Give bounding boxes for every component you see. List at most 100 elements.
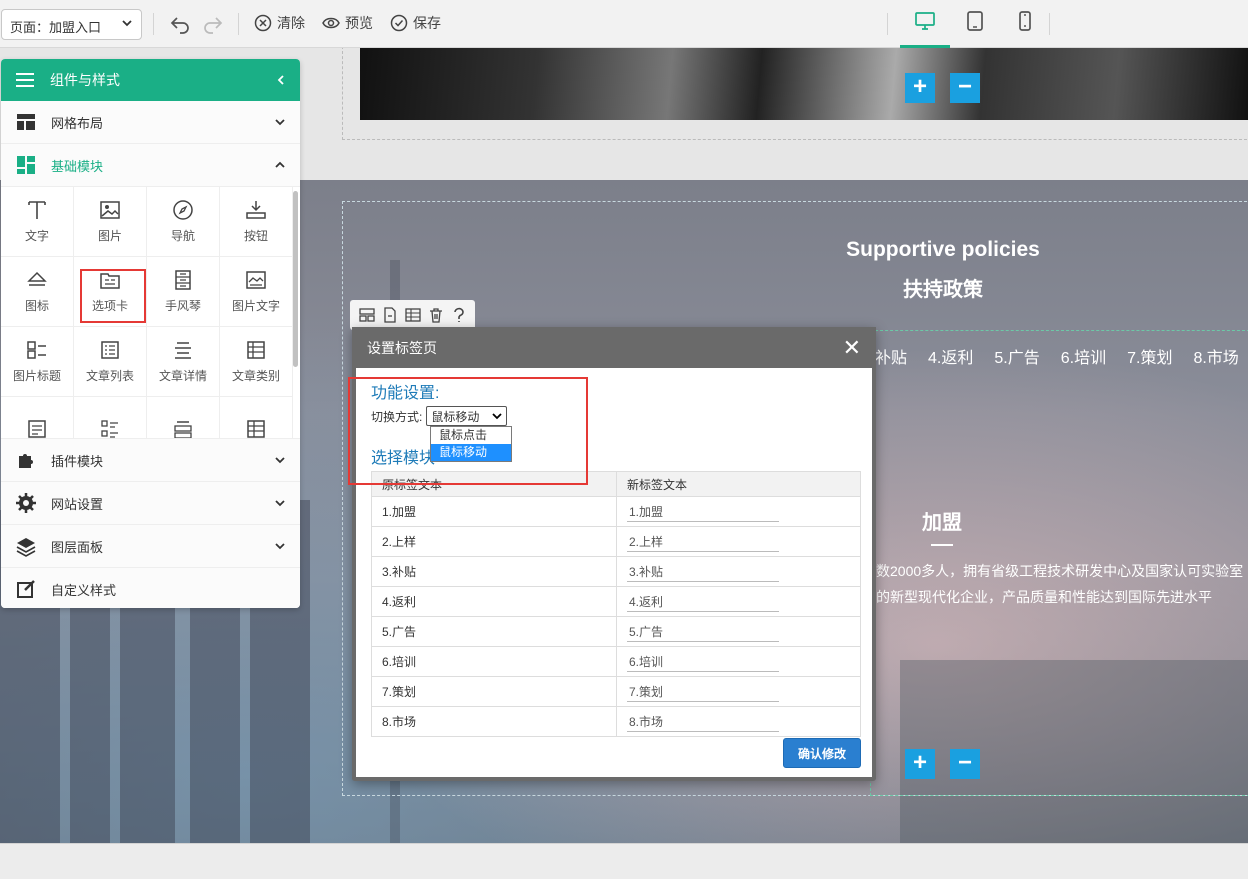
column-header: 新标签文本 [616, 471, 861, 497]
new-label-input[interactable]: 5.广告 [627, 622, 779, 642]
tab-label-table: 原标签文本 新标签文本 1.加盟 1.加盟 2.上样 2.上样 3.补贴 3.补… [371, 471, 861, 737]
page-tab[interactable]: 8.市场 [1193, 344, 1238, 368]
accordion-icon [175, 270, 191, 290]
menu-icon[interactable] [15, 72, 35, 88]
help-icon[interactable] [451, 307, 467, 323]
new-label-input[interactable]: 3.补贴 [627, 562, 779, 582]
chevron-down-icon [275, 457, 285, 464]
add-row-button[interactable]: + [905, 73, 935, 103]
desktop-view-button[interactable] [900, 10, 950, 48]
tab-settings-dialog: 设置标签页 ✕ 功能设置: 切换方式: 鼠标移动 鼠标点击 鼠标移动 选择模块 … [348, 327, 876, 781]
section-basic-modules[interactable]: 基础模块 [1, 144, 300, 187]
gear-icon [16, 493, 36, 513]
new-label-input[interactable]: 4.返利 [627, 592, 779, 612]
trash-icon[interactable] [428, 307, 444, 323]
module-list[interactable] [74, 397, 147, 438]
close-icon[interactable]: ✕ [843, 335, 861, 361]
new-label-input[interactable]: 1.加盟 [627, 502, 779, 522]
dropdown-option-selected[interactable]: 鼠标移动 [431, 444, 511, 461]
edit-icon [17, 580, 35, 598]
section-grid-layout[interactable]: 网格布局 [1, 101, 300, 144]
module-label: 图片标题 [12, 369, 61, 383]
table-row: 1.加盟 1.加盟 [371, 496, 861, 527]
module-article-list[interactable]: 文章列表 [74, 327, 147, 397]
section-custom-style[interactable]: 自定义样式 [1, 568, 300, 608]
section-label: 网站设置 [51, 496, 104, 512]
clear-button[interactable]: 清除 [254, 13, 305, 33]
module-navigation[interactable]: 导航 [147, 187, 220, 257]
tablet-view-button[interactable] [950, 10, 1000, 48]
join-text-line: 的新型现代化企业，产品质量和性能达到国际先进水平 [876, 589, 1212, 605]
new-label-input[interactable]: 8.市场 [627, 712, 779, 732]
add-row-button[interactable]: + [905, 749, 935, 779]
new-label-input[interactable]: 6.培训 [627, 652, 779, 672]
original-label: 3.补贴 [371, 556, 617, 587]
section-plugin-modules[interactable]: 插件模块 [1, 439, 300, 482]
module-label: 文章详情 [158, 369, 207, 383]
module-table[interactable] [220, 397, 293, 438]
panel-scrollbar[interactable] [293, 191, 298, 367]
module-card[interactable] [147, 397, 220, 438]
module-text[interactable]: 文字 [1, 187, 74, 257]
save-button[interactable]: 保存 [390, 13, 441, 33]
remove-row-button[interactable]: − [950, 73, 980, 103]
preview-button[interactable]: 预览 [322, 13, 373, 33]
module-article-detail[interactable]: 文章详情 [147, 327, 220, 397]
module-button[interactable]: 按钮 [220, 187, 293, 257]
mobile-view-button[interactable] [1000, 10, 1050, 48]
module-article-category[interactable]: 文章类别 [220, 327, 293, 397]
module-image-text[interactable]: 图片文字 [220, 257, 293, 327]
undo-icon[interactable] [168, 12, 192, 36]
module-image[interactable]: 图片 [74, 187, 147, 257]
article-detail-icon [175, 342, 191, 359]
modules-icon [17, 156, 35, 174]
copy-icon[interactable] [382, 307, 398, 323]
page-tab[interactable]: 7.策划 [1127, 344, 1172, 368]
original-label: 4.返利 [371, 586, 617, 617]
remove-row-button[interactable]: − [950, 749, 980, 779]
section-site-settings[interactable]: 网站设置 [1, 482, 300, 525]
switch-mode-label: 切换方式: [371, 409, 423, 424]
module-tabs[interactable]: 选项卡 [74, 257, 147, 327]
switch-mode-value: 鼠标移动 [431, 409, 480, 424]
module-label: 文字 [24, 229, 49, 243]
banner-section-outline [342, 48, 1248, 140]
original-label: 7.策划 [371, 676, 617, 707]
module-accordion[interactable]: 手风琴 [147, 257, 220, 327]
page-tab[interactable]: 6.培训 [1061, 344, 1106, 368]
module-image-title[interactable]: 图片标题 [1, 327, 74, 397]
save-label: 保存 [413, 15, 441, 31]
confirm-button[interactable]: 确认修改 [783, 738, 861, 768]
switch-mode-select[interactable]: 鼠标移动 [426, 406, 508, 426]
check-circle-icon [390, 14, 408, 32]
redo-icon[interactable] [201, 12, 225, 36]
text-icon [28, 201, 46, 219]
article-category-icon [247, 341, 265, 359]
module-label: 文章列表 [85, 369, 134, 383]
tablet-icon [967, 11, 983, 31]
page-tab[interactable]: 4.返利 [928, 344, 973, 368]
new-label-input[interactable]: 2.上样 [627, 532, 779, 552]
collapse-icon[interactable] [276, 74, 286, 86]
original-label: 2.上样 [371, 526, 617, 557]
page-tab[interactable]: 补贴 [875, 344, 907, 368]
toolbar-divider [238, 13, 239, 35]
table-row: 4.返利 4.返利 [371, 586, 861, 617]
page-tab[interactable]: 5.广告 [994, 344, 1039, 368]
settings-table-icon[interactable] [404, 307, 421, 323]
chevron-down-icon [121, 17, 133, 32]
dropdown-option[interactable]: 鼠标点击 [431, 427, 511, 444]
module-icon[interactable]: 图标 [1, 257, 74, 327]
module-label: 选项卡 [91, 299, 128, 313]
section-layer-panel[interactable]: 图层面板 [1, 525, 300, 568]
module-document[interactable] [1, 397, 74, 438]
switch-mode-row: 切换方式: 鼠标移动 [371, 406, 508, 426]
compass-icon [173, 200, 193, 220]
switch-mode-dropdown: 鼠标点击 鼠标移动 [430, 426, 512, 462]
page-select[interactable]: 页面：加盟入口 [1, 9, 142, 40]
layout-icon[interactable] [358, 307, 375, 323]
new-label-input[interactable]: 7.策划 [627, 682, 779, 702]
dialog-header: 设置标签页 ✕ [352, 327, 876, 368]
image-title-icon [27, 341, 46, 359]
list-icon [101, 419, 118, 438]
